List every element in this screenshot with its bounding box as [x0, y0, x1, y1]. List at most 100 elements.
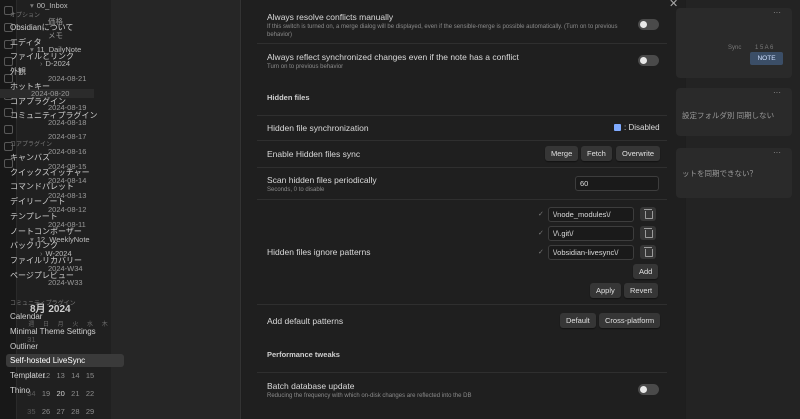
calendar-weekday: 木 [101, 321, 108, 328]
pattern-input[interactable]: \/node_modules\/ [548, 207, 634, 222]
chevron-down-icon[interactable]: ▾ [30, 1, 34, 10]
calendar-day[interactable]: 29 [83, 407, 98, 416]
divider [257, 199, 667, 200]
folder-item[interactable]: ▾ 00_Inbox [30, 1, 68, 10]
background-text: ットを同期できない？ [682, 169, 757, 178]
fetch-button[interactable]: Fetch [581, 146, 612, 161]
settings-nav-item[interactable]: Obsidianについて [10, 22, 73, 33]
sync-label: Sync [728, 45, 742, 51]
background-card [676, 8, 792, 78]
hidden-sync-status[interactable]: : Disabled [614, 123, 660, 132]
hidden-sync-title: Hidden file synchronization [267, 123, 369, 133]
settings-nav-item[interactable]: クイックスイッチャー [10, 167, 90, 178]
calendar-day[interactable]: 26 [39, 407, 54, 416]
apply-button[interactable]: Apply [590, 283, 621, 298]
more-icon[interactable]: ··· [773, 8, 781, 17]
tree-item-label: 2024-08-16 [48, 147, 87, 156]
calendar-week-number: 35 [27, 406, 36, 416]
command-icon[interactable] [3, 125, 13, 134]
pattern-input[interactable]: \/\.git\/ [548, 226, 634, 241]
settings-sidebar [111, 0, 241, 419]
note-button[interactable]: NOTE [750, 52, 783, 65]
calendar-day[interactable]: 22 [83, 389, 98, 398]
calendar-day[interactable]: 19 [39, 389, 54, 398]
divider [257, 43, 667, 44]
settings-nav-item[interactable]: Calendar [10, 312, 42, 321]
divider [257, 115, 667, 116]
add-pattern-button[interactable]: Add [633, 264, 659, 279]
settings-nav-item[interactable]: ページプレビュー [10, 270, 74, 281]
settings-nav-item[interactable]: テンプレート [10, 211, 58, 222]
scan-hidden-title: Scan hidden files periodically [267, 175, 377, 185]
enable-hidden-sync-title: Enable Hidden files sync [267, 149, 361, 159]
resolve-conflicts-desc: If this switch is turned on, a merge dia… [267, 24, 618, 38]
reflect-changes-toggle[interactable] [638, 55, 659, 66]
divider [257, 167, 667, 168]
settings-nav-item[interactable]: ノートコンポーザー [10, 226, 82, 237]
more-icon[interactable]: ··· [773, 148, 781, 157]
trash-icon[interactable] [640, 245, 656, 259]
settings-nav-item[interactable]: コアプラグイン [10, 96, 66, 107]
settings-nav-item[interactable]: 外観 [10, 66, 26, 77]
calendar-week-row: 34 19 20 21 22 [24, 384, 112, 402]
check-icon: ✓ [538, 230, 544, 237]
cross-platform-button[interactable]: Cross-platform [599, 313, 661, 328]
divider [257, 304, 667, 305]
merge-button[interactable]: Merge [545, 146, 579, 161]
calendar-day[interactable]: 15 [83, 371, 98, 380]
performance-heading: Performance tweaks [267, 350, 340, 359]
batch-update-title: Batch database update [267, 381, 355, 391]
settings-nav-item[interactable]: ホットキー [10, 81, 50, 92]
tree-item-label: 00_Inbox [36, 1, 68, 10]
trash-icon[interactable] [640, 226, 656, 240]
settings-nav-item[interactable]: キャンバス [10, 152, 50, 163]
divider [257, 140, 667, 141]
default-button[interactable]: Default [560, 313, 596, 328]
resolve-conflicts-toggle[interactable] [638, 19, 659, 30]
settings-nav-item[interactable]: コミュニティプラグイン [10, 110, 98, 121]
more-icon[interactable]: ··· [773, 88, 781, 97]
pattern-input[interactable]: \/obsidian-livesync\/ [548, 245, 634, 260]
sync-value: 1 5 A 6 [755, 45, 774, 51]
overwrite-button[interactable]: Overwrite [616, 146, 661, 161]
hidden-sync-state: : Disabled [624, 123, 660, 132]
file-item[interactable]: 2024-08-17 [48, 132, 86, 141]
batch-update-desc: Reducing the frequency with which on-dis… [267, 393, 472, 399]
revert-button[interactable]: Revert [624, 283, 659, 298]
settings-nav-item[interactable]: Outliner [10, 342, 38, 351]
checkbox-icon[interactable] [614, 124, 621, 131]
file-item[interactable]: 2024-08-16 [48, 147, 86, 156]
settings-nav-item[interactable]: ファイルリカバリー [10, 255, 82, 266]
settings-section-heading: コアプラグイン [10, 142, 53, 148]
settings-nav-item[interactable]: バックリンク [10, 240, 58, 251]
batch-update-toggle[interactable] [638, 384, 659, 395]
check-icon: ✓ [538, 211, 544, 218]
calendar-day[interactable]: 27 [53, 407, 68, 416]
settings-nav-item[interactable]: Thino [10, 386, 30, 395]
calendar-day[interactable]: 28 [68, 407, 83, 416]
calendar-day[interactable]: 13 [53, 371, 68, 380]
calendar-day[interactable]: 14 [68, 371, 83, 380]
check-icon: ✓ [538, 249, 544, 256]
reflect-changes-desc: Turn on to previous behavior [267, 64, 344, 70]
settings-nav-item[interactable]: デイリーノート [10, 196, 66, 207]
settings-nav-item[interactable]: Minimal Theme Settings [10, 327, 96, 336]
scan-interval-input[interactable]: 60 [575, 176, 659, 191]
settings-nav-item[interactable]: Self-hosted LiveSync [6, 354, 124, 368]
file-item[interactable]: 2024-08-21 [48, 74, 86, 83]
tree-item-label: 2024-08-21 [48, 74, 87, 83]
trash-icon[interactable] [640, 207, 656, 221]
calendar-day[interactable]: 20 [53, 389, 68, 398]
settings-section-heading: オプション [10, 13, 41, 19]
settings-nav-item[interactable]: エディタ [10, 37, 41, 48]
calendar-day[interactable]: 21 [68, 389, 83, 398]
resolve-conflicts-title: Always resolve conflicts manually [267, 12, 394, 22]
background-text: 設定フォルダ別 同期しない [682, 111, 775, 120]
settings-nav-item[interactable]: コマンドパレット [10, 181, 74, 192]
tree-item-label: 2024-08-17 [48, 132, 87, 142]
settings-nav-item[interactable]: ファイルとリンク [10, 51, 74, 62]
settings-nav-item[interactable]: Templater [10, 371, 45, 380]
settings-section-heading: コミュニティプラグイン [10, 301, 76, 307]
ignore-patterns-title: Hidden files ignore patterns [267, 247, 371, 257]
reflect-changes-title: Always reflect synchronized changes even… [267, 52, 519, 62]
